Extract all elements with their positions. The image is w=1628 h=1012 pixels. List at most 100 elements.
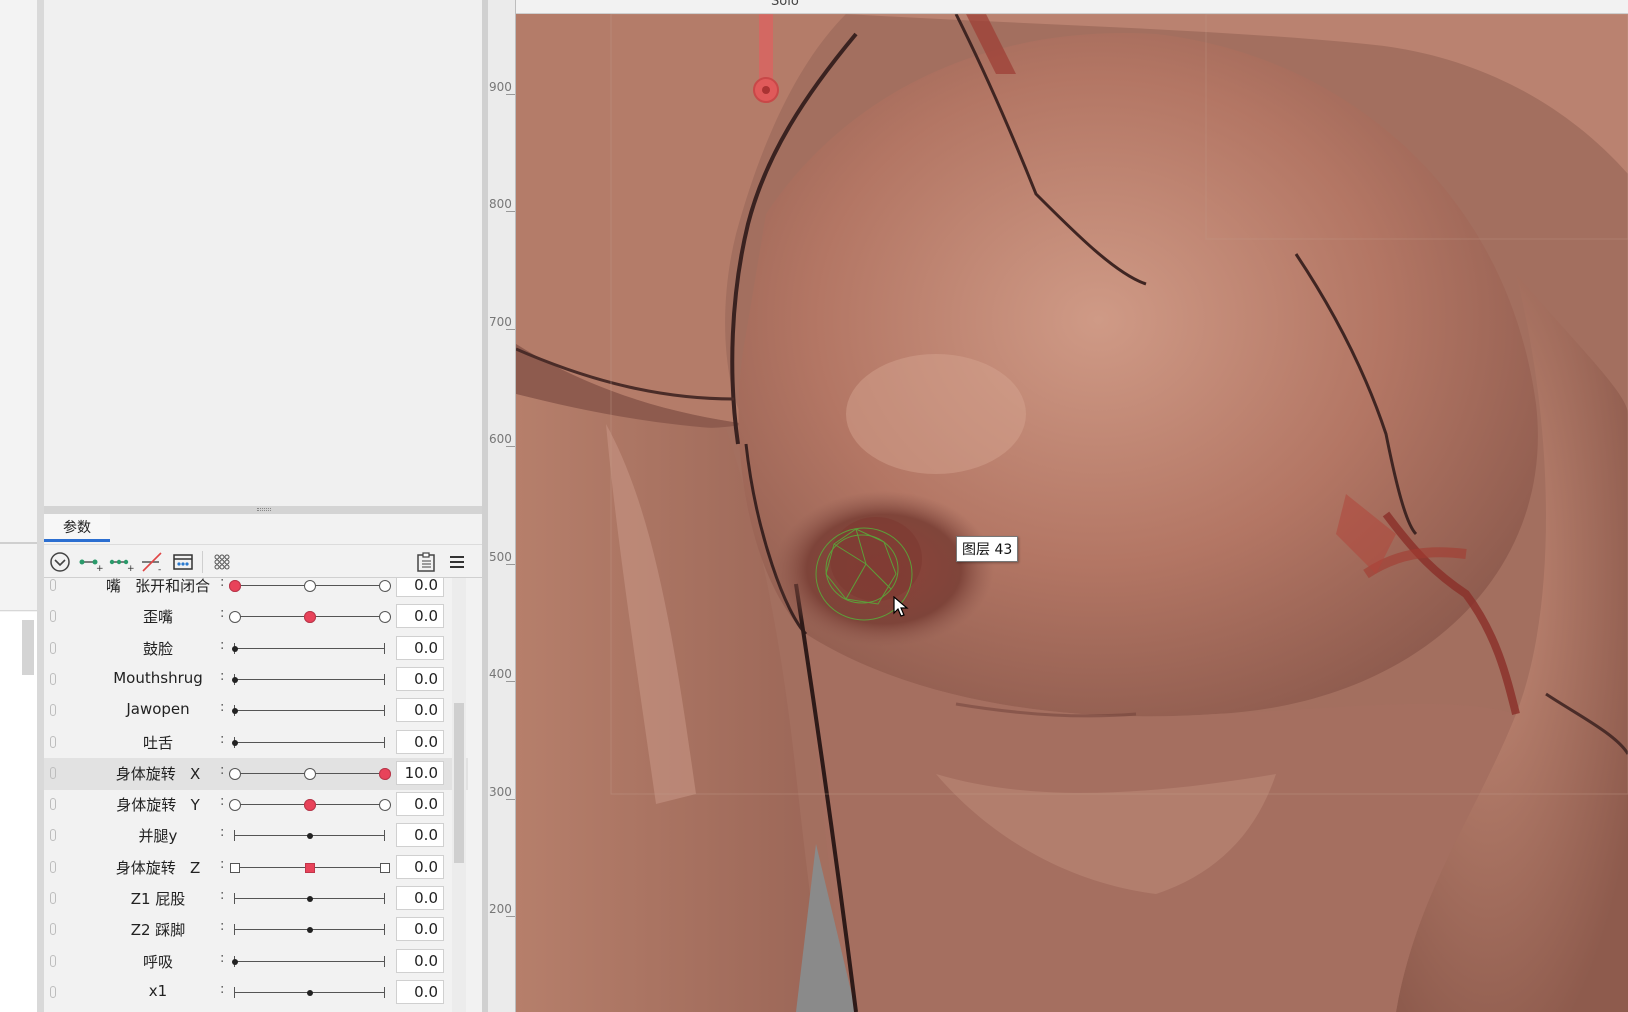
link-icon[interactable]	[50, 892, 56, 904]
slider-handle[interactable]	[307, 989, 313, 996]
parameter-row[interactable]: 并腿y: 0.0	[44, 820, 468, 852]
link-icon[interactable]	[50, 641, 56, 654]
parameter-row[interactable]: 嘴 张开和闭合:0.0	[44, 578, 468, 602]
parameter-name: 并腿y	[138, 827, 178, 846]
collapse-icon[interactable]	[47, 549, 73, 575]
link-icon[interactable]	[50, 704, 56, 717]
model-canvas[interactable]	[516, 14, 1628, 1012]
parameter-row[interactable]: 身体旋转 Z: 0.0	[44, 852, 468, 884]
parameter-value-field[interactable]: 0.0	[396, 979, 444, 1004]
link-icon[interactable]	[50, 579, 56, 591]
slider-handle[interactable]	[307, 833, 313, 840]
link-icon[interactable]	[50, 672, 56, 685]
menu-icon[interactable]	[444, 549, 470, 575]
parameter-value-field[interactable]: 0.0	[396, 917, 444, 942]
parameter-row[interactable]: Jawopen: 0.0	[44, 695, 468, 727]
separator: :	[220, 981, 225, 997]
slider-key-point[interactable]	[304, 580, 316, 592]
parameter-value-field[interactable]: 0.0	[396, 698, 444, 723]
link-icon[interactable]	[50, 735, 56, 748]
slider-key-point[interactable]	[229, 767, 241, 780]
slider-handle[interactable]	[304, 799, 316, 812]
slider-handle[interactable]	[232, 708, 238, 715]
slider-end-tick	[234, 893, 235, 904]
parameter-row[interactable]: 身体旋转 Y:0.0	[44, 789, 468, 821]
parameter-value-field[interactable]: 0.0	[396, 666, 444, 691]
slider-handle[interactable]	[232, 739, 238, 746]
slider-key-point[interactable]	[379, 611, 391, 624]
slider-handle[interactable]	[229, 580, 241, 592]
parameter-row[interactable]: 身体旋转 X:10.0	[44, 757, 468, 790]
parameter-row[interactable]: Z2 踩脚: 0.0	[44, 914, 468, 946]
scrollbar-thumb[interactable]	[454, 703, 464, 863]
parameter-value-field[interactable]: 0.0	[396, 948, 444, 973]
link-icon[interactable]	[50, 954, 56, 967]
slider-key-point[interactable]	[380, 862, 390, 873]
slider-key-point[interactable]	[379, 799, 391, 812]
parameter-slider-track[interactable]	[235, 710, 385, 712]
tab-bar: 参数	[44, 514, 482, 542]
parameter-value-field[interactable]: 0.0	[396, 578, 444, 597]
parameter-row[interactable]: Z1 屁股: 0.0	[44, 883, 468, 915]
link-icon[interactable]	[50, 610, 56, 623]
parameter-row[interactable]: 呼吸: 0.0	[44, 946, 468, 978]
parameter-value-field[interactable]: 10.0	[396, 760, 444, 785]
parameter-slider-track[interactable]	[235, 960, 385, 962]
slider-handle[interactable]	[232, 958, 238, 965]
parameter-value-field[interactable]: 0.0	[396, 792, 444, 817]
parameter-value-field[interactable]: 0.0	[396, 823, 444, 848]
link-icon[interactable]	[50, 985, 56, 998]
parameter-row[interactable]: 吐舌: 0.0	[44, 727, 468, 759]
parameter-scrollbar[interactable]	[452, 578, 466, 1012]
canvas-toolbar-strip: Solo	[516, 0, 1628, 14]
parameter-value-field[interactable]: 0.0	[396, 886, 444, 910]
solo-label[interactable]: Solo	[771, 0, 799, 9]
left-dock-pane	[0, 0, 37, 1012]
link-icon[interactable]	[50, 860, 56, 873]
ruler-tick: 600	[488, 432, 516, 447]
add-multi-key-icon[interactable]: +	[108, 549, 134, 575]
parameter-row[interactable]: 鼓脸: 0.0	[44, 633, 468, 665]
slider-handle[interactable]	[232, 676, 238, 683]
slider-handle[interactable]	[305, 862, 315, 873]
parameter-value-field[interactable]: 0.0	[396, 635, 444, 660]
horizontal-splitter[interactable]	[44, 506, 482, 514]
link-icon[interactable]	[50, 798, 56, 811]
delete-key-icon[interactable]: -	[139, 549, 165, 575]
slider-key-point[interactable]	[230, 862, 240, 873]
parameter-value-field[interactable]: 0.0	[396, 604, 444, 629]
slider-handle[interactable]	[232, 645, 238, 652]
tab-parameters[interactable]: 参数	[44, 514, 110, 542]
parameter-value-field[interactable]: 0.0	[396, 854, 444, 879]
parameter-row[interactable]: x1: 0.0	[44, 977, 468, 1009]
slider-handle[interactable]	[304, 611, 316, 624]
artwork	[516, 14, 1628, 1012]
slider-key-point[interactable]	[229, 799, 241, 812]
link-icon[interactable]	[50, 923, 56, 936]
ruler-tick: 800	[488, 197, 516, 212]
link-icon[interactable]	[50, 766, 56, 779]
keyform-icon[interactable]	[170, 549, 196, 575]
parameter-row[interactable]: Mouthshrug: 0.0	[44, 664, 468, 696]
parameter-slider-track[interactable]	[235, 741, 385, 743]
add-key-icon[interactable]: +	[78, 549, 104, 575]
vertical-splitter[interactable]	[37, 0, 44, 1012]
parameter-row[interactable]: 歪嘴:0.0	[44, 601, 468, 633]
parameter-slider-track[interactable]	[235, 678, 385, 680]
slider-handle[interactable]	[379, 767, 391, 780]
grid-dots-icon[interactable]	[209, 549, 235, 575]
slider-handle[interactable]	[307, 927, 313, 934]
parameter-name: Jawopen	[126, 700, 190, 719]
link-icon[interactable]	[50, 829, 56, 842]
slider-key-point[interactable]	[229, 611, 241, 624]
parameter-value-field[interactable]: 0.0	[396, 729, 444, 754]
slider-end-tick	[384, 924, 385, 936]
parameter-slider-track[interactable]	[235, 647, 385, 649]
clipboard-list-icon[interactable]	[413, 549, 439, 575]
slider-handle[interactable]	[307, 896, 313, 902]
left-scrollbar[interactable]	[22, 620, 34, 675]
slider-key-point[interactable]	[379, 580, 391, 592]
svg-text:+: +	[96, 564, 104, 572]
separator: :	[220, 700, 225, 716]
slider-key-point[interactable]	[304, 767, 316, 780]
